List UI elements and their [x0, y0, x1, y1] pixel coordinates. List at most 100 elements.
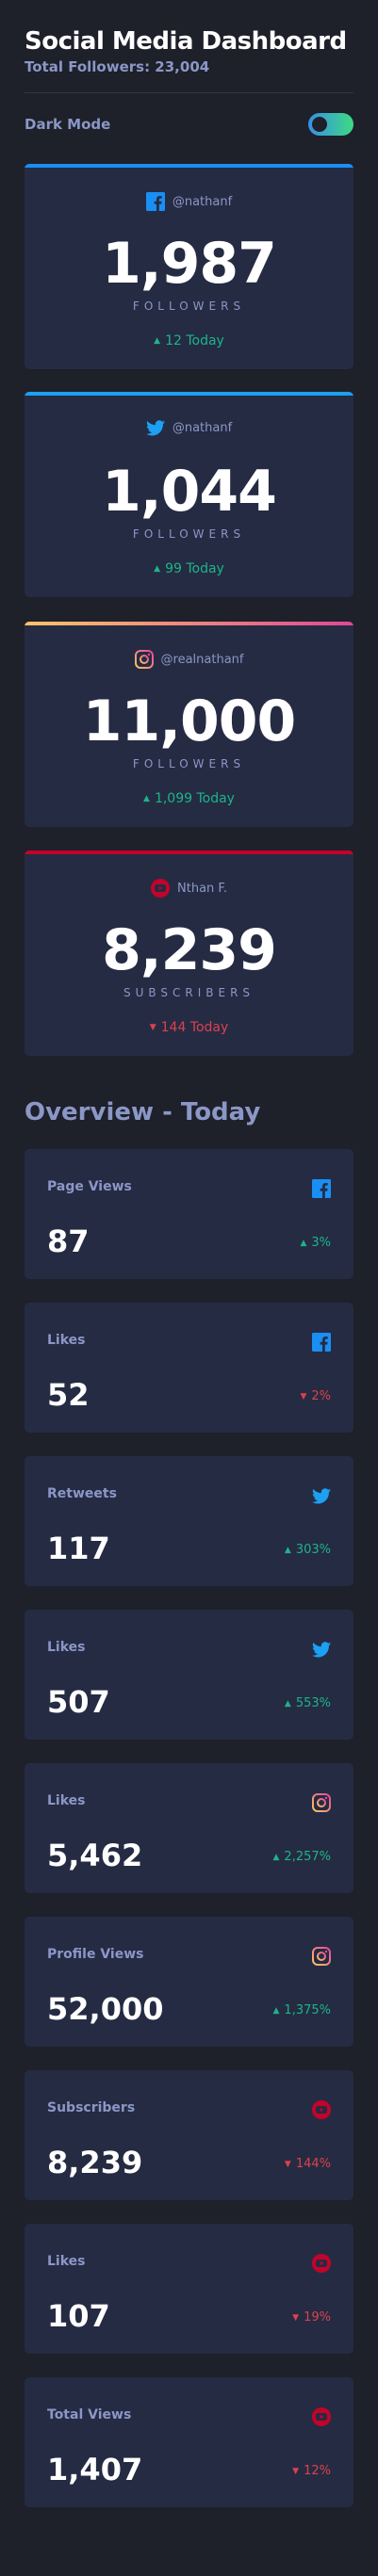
overview-change-text: 2,257% — [284, 1850, 331, 1864]
header: Social Media Dashboard Total Followers: … — [25, 26, 347, 75]
instagram-icon — [312, 1793, 331, 1812]
up-arrow-icon: ▲ — [272, 1852, 280, 1862]
twitter-icon — [312, 1486, 331, 1505]
overview-change: ▼ 2% — [300, 1389, 331, 1403]
overview-label: Likes — [47, 1793, 86, 1808]
overview-card[interactable]: Profile Views 52,000 ▲ 1,375% — [25, 1917, 353, 2047]
overview-label: Page Views — [47, 1179, 132, 1194]
overview-change: ▲ 553% — [285, 1696, 331, 1710]
facebook-icon — [312, 1333, 331, 1352]
overview-change-text: 553% — [295, 1696, 331, 1710]
today-change-text: 12 Today — [165, 333, 224, 348]
toggle-knob — [312, 117, 327, 132]
overview-change-text: 12% — [304, 2464, 331, 2478]
today-change: ▲ 12 Today — [25, 333, 353, 348]
today-change: ▼ 144 Today — [25, 1020, 353, 1035]
overview-change-text: 1,375% — [284, 2003, 331, 2017]
youtube-icon — [312, 2100, 331, 2119]
down-arrow-icon: ▼ — [292, 2466, 300, 2476]
dark-mode-toggle[interactable] — [308, 113, 353, 136]
follower-card-facebook[interactable]: @nathanf 1,987 FOLLOWERS ▲ 12 Today — [25, 164, 353, 369]
handle-text: @nathanf — [172, 194, 233, 209]
youtube-icon — [312, 2254, 331, 2273]
today-change: ▲ 1,099 Today — [25, 791, 353, 806]
overview-value: 52,000 — [47, 1991, 164, 2027]
follower-card-youtube[interactable]: Nthan F. 8,239 SUBSCRIBERS ▼ 144 Today — [25, 851, 353, 1056]
up-arrow-icon: ▲ — [154, 336, 161, 346]
overview-card[interactable]: Likes 107 ▼ 19% — [25, 2224, 353, 2354]
overview-label: Likes — [47, 1333, 86, 1348]
handle-text: @nathanf — [172, 421, 233, 435]
overview-value: 52 — [47, 1377, 90, 1413]
handle-text: Nthan F. — [177, 881, 227, 896]
card-handle: @nathanf — [25, 192, 353, 211]
overview-card[interactable]: Likes 52 ▼ 2% — [25, 1303, 353, 1433]
overview-card[interactable]: Likes 5,462 ▲ 2,257% — [25, 1763, 353, 1893]
overview-value: 117 — [47, 1531, 110, 1566]
up-arrow-icon: ▲ — [284, 1698, 291, 1709]
follower-unit: SUBSCRIBERS — [123, 986, 255, 999]
overview-value: 507 — [47, 1684, 110, 1720]
down-arrow-icon: ▼ — [284, 2159, 291, 2169]
follower-count: 11,000 — [82, 689, 297, 754]
overview-change: ▼ 144% — [285, 2157, 331, 2171]
overview-label: Total Views — [47, 2407, 132, 2422]
overview-card[interactable]: Likes 507 ▲ 553% — [25, 1610, 353, 1740]
today-change-text: 99 Today — [165, 561, 224, 576]
overview-change: ▲ 3% — [300, 1236, 331, 1250]
total-followers: Total Followers: 23,004 — [25, 58, 210, 75]
overview-value: 107 — [47, 2298, 110, 2334]
down-arrow-icon: ▼ — [300, 1391, 307, 1401]
instagram-icon — [134, 650, 154, 669]
overview-label: Profile Views — [47, 1947, 144, 1962]
up-arrow-icon: ▲ — [143, 794, 150, 803]
overview-card[interactable]: Total Views 1,407 ▼ 12% — [25, 2377, 353, 2507]
instagram-icon — [312, 1947, 331, 1966]
overview-label: Subscribers — [47, 2100, 136, 2115]
youtube-icon — [312, 2407, 331, 2426]
up-arrow-icon: ▲ — [272, 2005, 280, 2016]
header-divider — [25, 92, 353, 93]
overview-change-text: 3% — [311, 1236, 331, 1250]
follower-unit: FOLLOWERS — [132, 300, 246, 313]
overview-change: ▲ 1,375% — [273, 2003, 332, 2017]
facebook-icon — [145, 192, 165, 211]
overview-value: 8,239 — [47, 2145, 143, 2180]
card-handle: Nthan F. — [25, 879, 353, 898]
follower-card-instagram[interactable]: @realnathanf 11,000 FOLLOWERS ▲ 1,099 Tod… — [25, 622, 353, 827]
card-top-bar — [25, 851, 353, 854]
overview-change: ▼ 12% — [292, 2464, 331, 2478]
overview-card[interactable]: Subscribers 8,239 ▼ 144% — [25, 2070, 353, 2200]
overview-card[interactable]: Page Views 87 ▲ 3% — [25, 1149, 353, 1279]
card-top-bar — [25, 622, 353, 625]
follower-count: 1,987 — [102, 231, 277, 297]
dashboard-page: Social Media Dashboard Total Followers: … — [0, 0, 378, 2576]
overview-change-text: 19% — [304, 2310, 331, 2325]
dark-mode-label: Dark Mode — [25, 116, 111, 133]
follower-card-twitter[interactable]: @nathanf 1,044 FOLLOWERS ▲ 99 Today — [25, 392, 353, 597]
up-arrow-icon: ▲ — [154, 564, 161, 574]
twitter-icon — [312, 1640, 331, 1659]
today-change-text: 144 Today — [160, 1020, 229, 1035]
overview-card[interactable]: Retweets 117 ▲ 303% — [25, 1456, 353, 1586]
handle-text: @realnathanf — [160, 652, 244, 667]
card-top-bar — [25, 164, 353, 168]
overview-label: Likes — [47, 2254, 86, 2269]
follower-unit: FOLLOWERS — [132, 527, 246, 541]
dark-mode-row: Dark Mode — [25, 113, 353, 136]
overview-change: ▲ 2,257% — [273, 1850, 332, 1864]
overview-label: Likes — [47, 1640, 86, 1655]
youtube-icon — [151, 879, 171, 898]
facebook-icon — [312, 1179, 331, 1198]
overview-value: 5,462 — [47, 1838, 143, 1873]
overview-value: 1,407 — [47, 2452, 143, 2487]
overview-change-text: 2% — [311, 1389, 331, 1403]
card-handle: @nathanf — [25, 420, 353, 436]
overview-change: ▼ 19% — [292, 2310, 331, 2325]
follower-count: 8,239 — [102, 917, 277, 983]
follower-unit: FOLLOWERS — [132, 757, 246, 770]
overview-change: ▲ 303% — [285, 1543, 331, 1557]
overview-label: Retweets — [47, 1486, 117, 1501]
page-title: Social Media Dashboard — [25, 27, 347, 56]
card-handle: @realnathanf — [25, 650, 353, 669]
